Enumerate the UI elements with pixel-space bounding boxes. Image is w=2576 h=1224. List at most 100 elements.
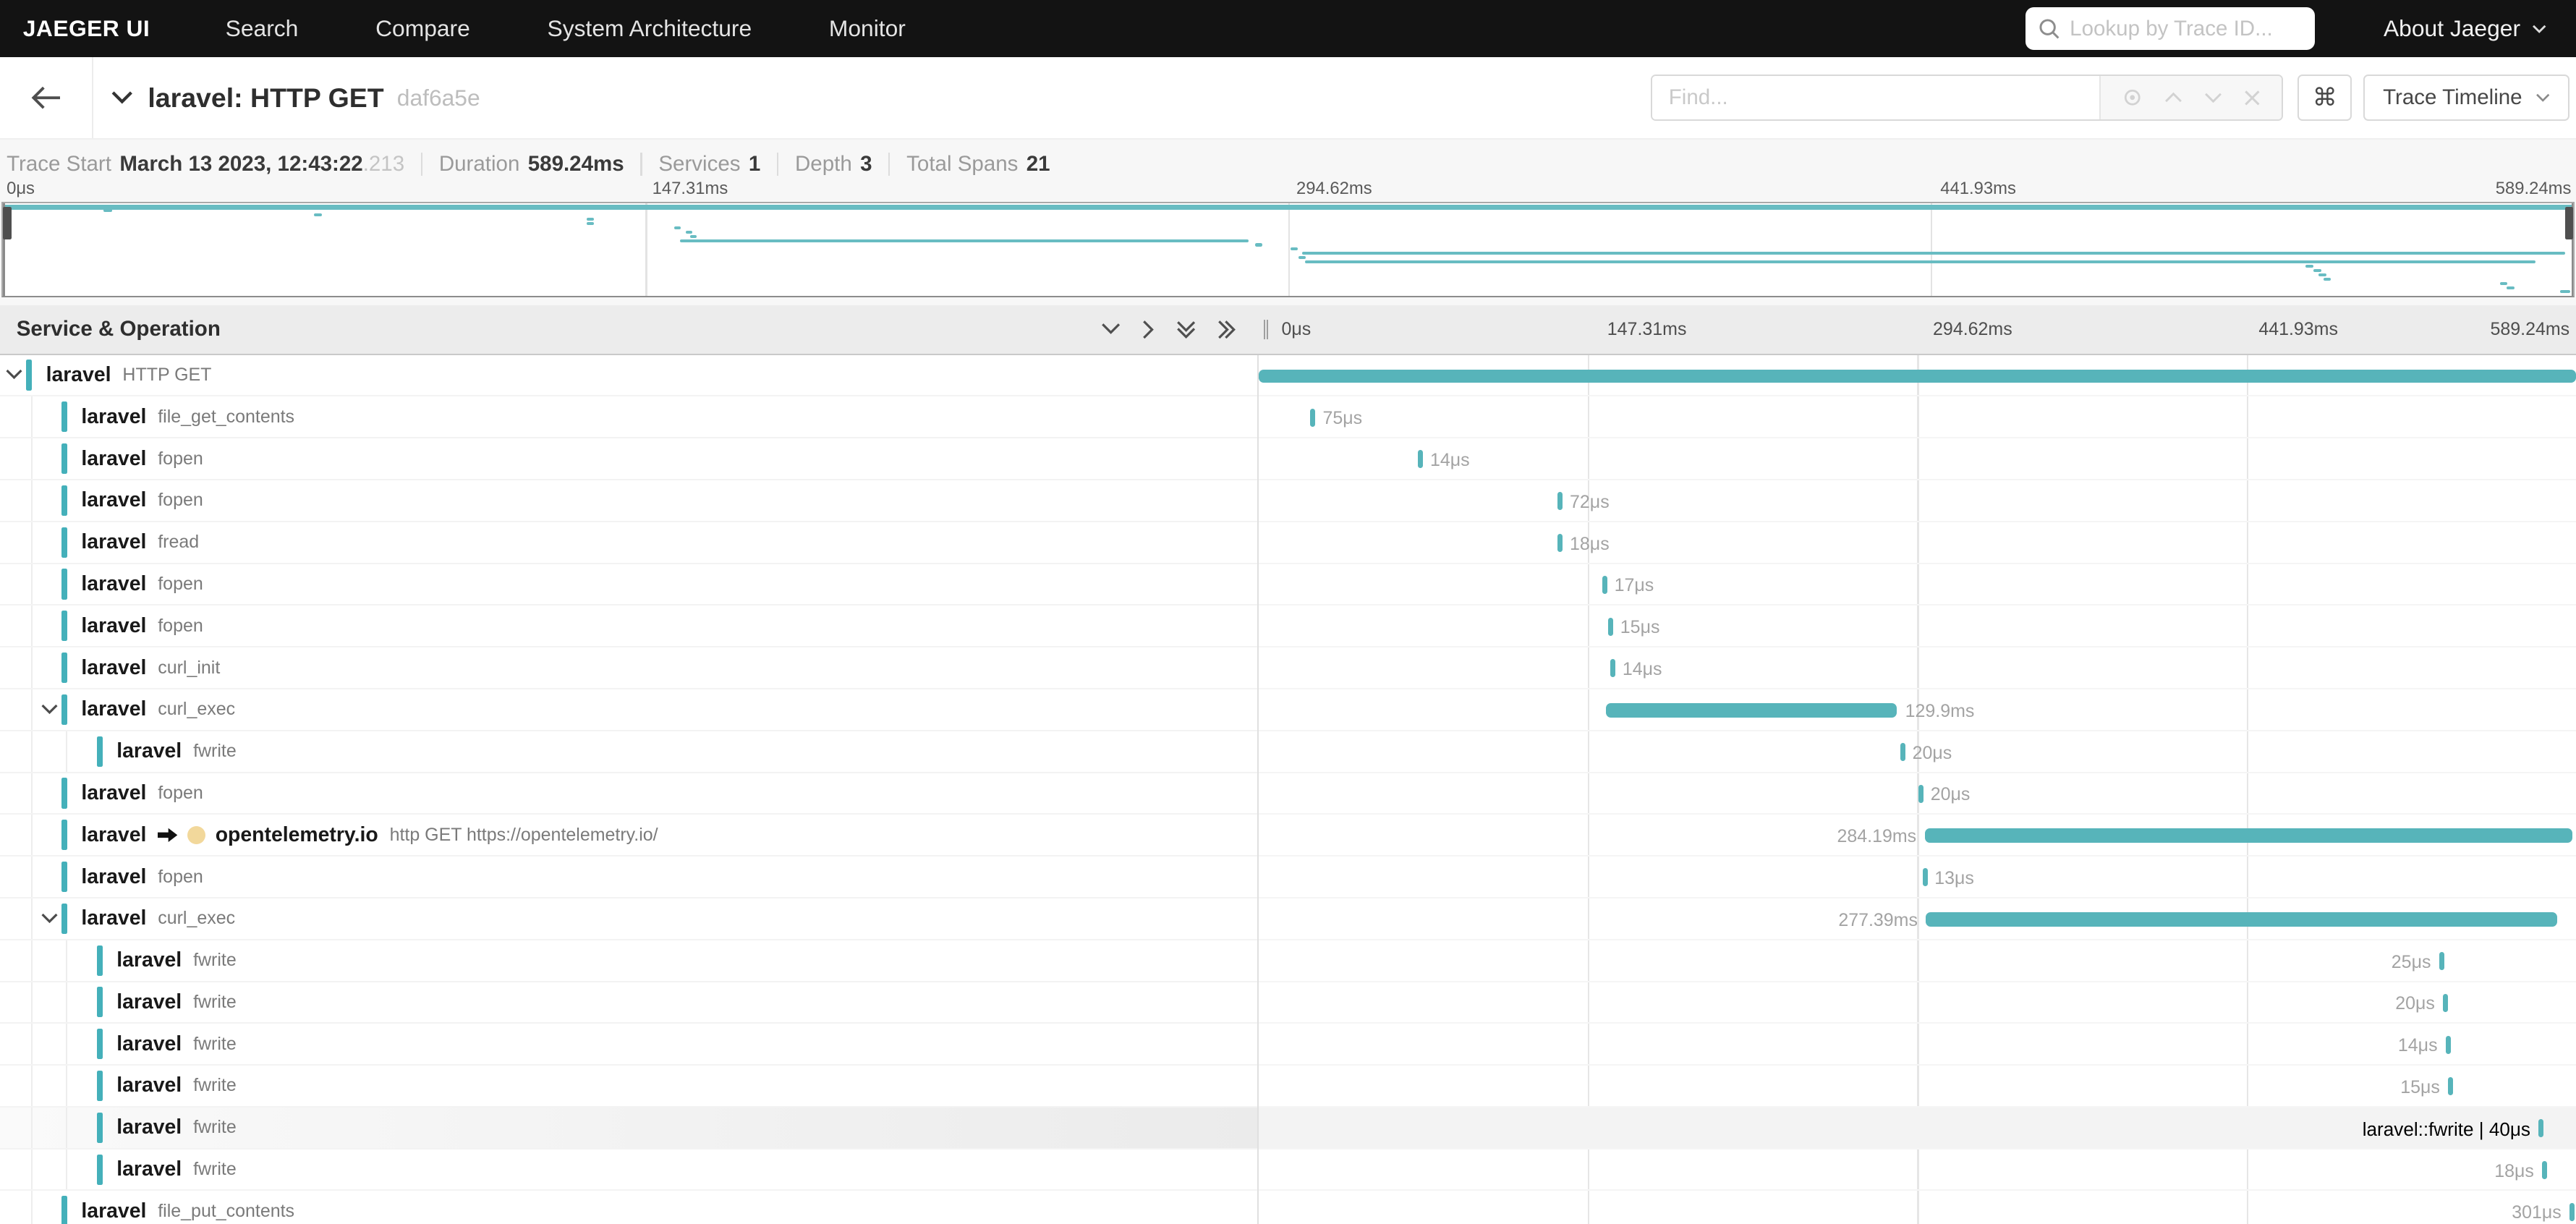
span-name-row[interactable]: laravel fwrite <box>0 940 1257 982</box>
span-bar-row[interactable]: 75μs <box>1258 396 2576 439</box>
span-bar-row[interactable]: 25μs <box>1258 940 2576 982</box>
span-bar-tick[interactable] <box>1608 617 1614 636</box>
collapse-one-icon[interactable] <box>1101 323 1121 336</box>
span-bar-tick[interactable] <box>2569 1202 2575 1221</box>
span-bar-row[interactable]: 14μs <box>1258 647 2576 689</box>
trace-view-dropdown[interactable]: Trace Timeline <box>2363 75 2570 121</box>
find-clear-icon[interactable] <box>2244 90 2261 106</box>
span-bar-row[interactable]: 15μs <box>1258 605 2576 648</box>
minimap-span <box>2323 277 2331 281</box>
span-bar-tick[interactable] <box>1922 868 1928 887</box>
span-bar-tick[interactable] <box>1900 743 1905 762</box>
span-name-row[interactable]: laravel curl_init <box>0 647 1257 689</box>
span-name-row[interactable]: laravel file_put_contents <box>0 1191 1257 1224</box>
span-bar-tick[interactable] <box>2445 1035 2451 1054</box>
chevron-down-icon <box>2535 94 2550 103</box>
span-name-row[interactable]: laravel fopen <box>0 564 1257 606</box>
span-name-row[interactable]: laravel fwrite <box>0 731 1257 773</box>
span-bar-row[interactable] <box>1258 355 2576 397</box>
about-jaeger-menu[interactable]: About Jaeger <box>2384 15 2546 42</box>
span-bar[interactable] <box>1924 828 2572 843</box>
span-bar-tick[interactable] <box>1557 534 1563 553</box>
nav-item-monitor[interactable]: Monitor <box>829 15 906 42</box>
span-name-row[interactable]: laravel fopen <box>0 438 1257 480</box>
span-bar-tick[interactable] <box>1557 492 1563 511</box>
span-name-row[interactable]: laravel fopen <box>0 480 1257 522</box>
span-bar[interactable] <box>1605 702 1897 718</box>
span-bar-row[interactable]: 20μs <box>1258 982 2576 1024</box>
span-name-row[interactable]: laravel HTTP GET <box>0 355 1257 397</box>
span-name-row[interactable]: laravel fwrite <box>0 1066 1257 1108</box>
span-bar-tick[interactable] <box>1309 408 1315 427</box>
span-bar-tick[interactable] <box>2538 1119 2544 1138</box>
span-bar-tick[interactable] <box>1918 784 1924 803</box>
span-bar-tick[interactable] <box>1602 575 1607 594</box>
find-input[interactable] <box>1652 76 2099 119</box>
minimap-span <box>1302 252 2566 255</box>
span-name-row[interactable]: laravel fwrite <box>0 982 1257 1024</box>
expand-one-icon[interactable] <box>1142 320 1155 339</box>
span-name-row[interactable]: laravel file_get_contents <box>0 396 1257 439</box>
span-bar-row[interactable]: 72μs <box>1258 480 2576 522</box>
span-name-row[interactable]: laravel fread <box>0 522 1257 564</box>
span-bar-row[interactable]: 20μs <box>1258 773 2576 815</box>
find-next-icon[interactable] <box>2204 92 2222 103</box>
expand-all-icon[interactable] <box>1217 320 1236 339</box>
back-button[interactable] <box>0 57 94 138</box>
keyboard-shortcuts-button[interactable]: ⌘ <box>2297 75 2352 121</box>
span-name-row[interactable]: laravel fwrite <box>0 1024 1257 1066</box>
span-bar-row[interactable]: 18μs <box>1258 1149 2576 1191</box>
span-expand-chevron[interactable] <box>5 369 23 381</box>
span-name-row[interactable]: laravel curl_exec <box>0 689 1257 731</box>
span-bar-tick[interactable] <box>2439 952 2444 971</box>
span-bar-row[interactable]: 18μs <box>1258 522 2576 564</box>
span-bar-tick[interactable] <box>2448 1077 2453 1096</box>
service-name: laravel <box>81 571 147 595</box>
span-bar-row[interactable]: 15μs <box>1258 1066 2576 1108</box>
minimap-scrubber-right[interactable] <box>2564 206 2573 239</box>
span-name-row[interactable]: laravel fopen <box>0 857 1257 898</box>
search-icon <box>2039 19 2059 39</box>
span-bar-tick[interactable] <box>2443 993 2449 1012</box>
span-duration-label: 18μs <box>2494 1160 2534 1181</box>
span-name-row[interactable]: laravel fwrite <box>0 1107 1257 1149</box>
minimap-scrubber-left[interactable] <box>3 206 12 239</box>
span-bar-row[interactable]: 13μs <box>1258 857 2576 898</box>
span-bar-row[interactable]: 14μs <box>1258 1024 2576 1066</box>
app-logo[interactable]: JAEGER UI <box>23 15 150 42</box>
span-bar[interactable] <box>1926 911 2557 927</box>
span-expand-chevron[interactable] <box>41 704 59 715</box>
collapse-all-icon[interactable] <box>1176 320 1196 339</box>
nav-item-compare[interactable]: Compare <box>375 15 470 42</box>
focus-target-icon[interactable] <box>2122 87 2143 109</box>
nav-item-system-architecture[interactable]: System Architecture <box>548 15 752 42</box>
span-bar-row[interactable]: 301μs <box>1259 1191 2576 1224</box>
nav-item-search[interactable]: Search <box>226 15 299 42</box>
collapse-trace-detail-chevron[interactable] <box>111 90 133 105</box>
operation-name: fopen <box>158 866 203 887</box>
span-bar-row[interactable]: 17μs <box>1258 564 2576 606</box>
service-name: laravel <box>81 864 147 888</box>
span-bar-tick[interactable] <box>2542 1161 2548 1179</box>
span-bar-row[interactable]: laravel::fwrite | 40μs <box>1258 1107 2576 1149</box>
trace-lookup-input[interactable] <box>2070 16 2302 41</box>
span-name-row[interactable]: laravel curl_exec <box>0 898 1257 940</box>
span-bar-tick[interactable] <box>1418 450 1423 469</box>
span-name-row[interactable]: laravel opentelemetry.io http GET https://… <box>0 815 1257 857</box>
span-bar-tick[interactable] <box>1610 659 1616 678</box>
span-bar-row[interactable]: 284.19ms <box>1258 815 2576 857</box>
span-name-row[interactable]: laravel fopen <box>0 773 1257 815</box>
minimap-canvas[interactable] <box>1 202 2575 297</box>
span-name-row[interactable]: laravel fopen <box>0 605 1257 648</box>
span-bar-row[interactable]: 14μs <box>1258 438 2576 480</box>
span-bar-row[interactable]: 277.39ms <box>1258 898 2576 940</box>
span-name-row[interactable]: laravel fwrite <box>0 1149 1257 1191</box>
span-duration-label: 20μs <box>1912 742 1952 763</box>
span-bar-row[interactable]: 129.9ms <box>1258 689 2576 731</box>
span-bar-row[interactable]: 20μs <box>1258 731 2576 773</box>
summary-value: 21 <box>1026 151 1050 176</box>
find-prev-icon[interactable] <box>2164 92 2182 103</box>
span-bar[interactable] <box>1258 369 2576 383</box>
span-expand-chevron[interactable] <box>41 913 59 925</box>
column-splitter[interactable] <box>1259 305 1273 353</box>
